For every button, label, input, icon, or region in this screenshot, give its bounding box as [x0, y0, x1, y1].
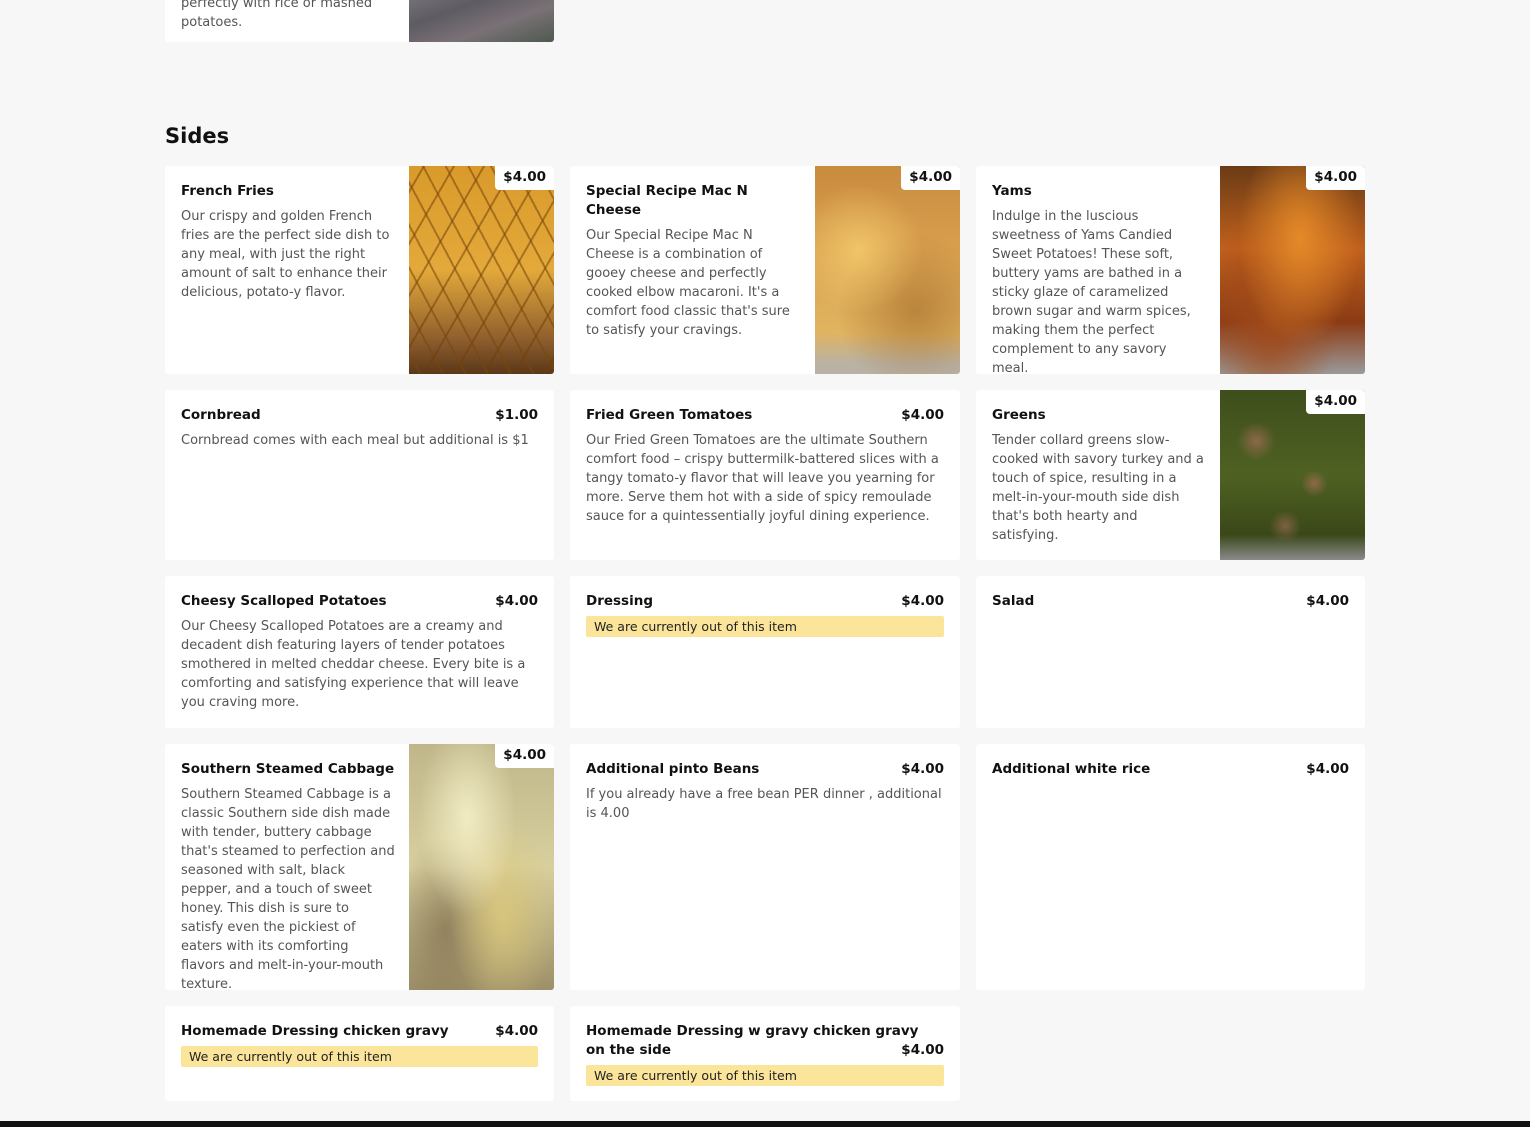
item-name: Greens — [992, 407, 1046, 423]
item-image-gravy-dish — [409, 0, 554, 42]
item-price: $4.00 — [1306, 390, 1365, 414]
menu-item-dressing[interactable]: Dressing $4.00 We are currently out of t… — [570, 576, 960, 728]
menu-item-additional-white-rice[interactable]: Additional white rice $4.00 — [976, 744, 1365, 990]
item-image-greens — [1220, 390, 1365, 560]
item-description: perfectly with rice or mashed potatoes. — [181, 0, 373, 30]
item-image-cabbage — [409, 744, 554, 990]
out-of-stock-notice: We are currently out of this item — [586, 616, 944, 637]
out-of-stock-notice: We are currently out of this item — [181, 1046, 538, 1067]
menu-item-homemade-dressing-gravy-on-side[interactable]: Homemade Dressing w gravy chicken gravy … — [570, 1006, 960, 1101]
menu-item-french-fries[interactable]: French Fries Our crispy and golden Frenc… — [165, 166, 554, 374]
menu-item-yams[interactable]: Yams Indulge in the luscious sweetness o… — [976, 166, 1365, 374]
item-price: $4.00 — [901, 407, 944, 423]
menu-item-mac-n-cheese[interactable]: Special Recipe Mac N Cheese Our Special … — [570, 166, 960, 374]
item-description: Our Cheesy Scalloped Potatoes are a crea… — [181, 619, 526, 710]
menu-item-cheesy-scalloped-potatoes[interactable]: Cheesy Scalloped Potatoes Our Cheesy Sca… — [165, 576, 554, 728]
menu-item-homemade-dressing-gravy-on[interactable]: Homemade Dressing chicken gravy on $4.00… — [165, 1006, 554, 1101]
footer-bar — [0, 1121, 1530, 1127]
menu-item-fried-green-tomatoes[interactable]: Fried Green Tomatoes Our Fried Green Tom… — [570, 390, 960, 560]
menu-item-card-previous[interactable]: perfectly with rice or mashed potatoes. — [165, 0, 554, 42]
item-price: $4.00 — [495, 1023, 538, 1039]
menu-item-salad[interactable]: Salad $4.00 — [976, 576, 1365, 728]
item-price: $4.00 — [901, 593, 944, 609]
item-price: $4.00 — [901, 761, 944, 777]
item-price: $4.00 — [1306, 761, 1349, 777]
item-name: Salad — [992, 593, 1035, 609]
item-price: $4.00 — [1306, 166, 1365, 190]
menu-item-cornbread[interactable]: Cornbread Cornbread comes with each meal… — [165, 390, 554, 560]
item-name: Special Recipe Mac N Cheese — [586, 183, 748, 218]
item-price: $1.00 — [495, 407, 538, 423]
item-price: $4.00 — [1306, 593, 1349, 609]
item-description: Indulge in the luscious sweetness of Yam… — [992, 209, 1191, 374]
section-title: Sides — [165, 124, 230, 148]
item-name: Cornbread — [181, 407, 261, 423]
menu-item-southern-steamed-cabbage[interactable]: Southern Steamed Cabbage Southern Steame… — [165, 744, 554, 990]
item-price: $4.00 — [901, 1042, 944, 1058]
item-name: Additional pinto Beans — [586, 761, 760, 777]
item-name: Additional white rice — [992, 761, 1151, 777]
item-description: Cornbread comes with each meal but addit… — [181, 433, 529, 448]
item-price: $4.00 — [901, 166, 960, 190]
item-description: Our Fried Green Tomatoes are the ultimat… — [586, 433, 939, 524]
item-name: French Fries — [181, 183, 274, 199]
item-name: Dressing — [586, 593, 653, 609]
item-description: Southern Steamed Cabbage is a classic So… — [181, 787, 395, 990]
item-name: Cheesy Scalloped Potatoes — [181, 593, 387, 609]
item-description: Our crispy and golden French fries are t… — [181, 209, 390, 300]
item-image-yams — [1220, 166, 1365, 374]
menu-item-greens[interactable]: Greens Tender collard greens slow-cooked… — [976, 390, 1365, 560]
item-name: Fried Green Tomatoes — [586, 407, 753, 423]
menu-item-additional-pinto-beans[interactable]: Additional pinto Beans If you already ha… — [570, 744, 960, 990]
item-name: Yams — [992, 183, 1032, 199]
item-price: $4.00 — [495, 593, 538, 609]
item-description: Our Special Recipe Mac N Cheese is a com… — [586, 228, 790, 338]
item-description: Tender collard greens slow-cooked with s… — [992, 433, 1204, 543]
item-price: $4.00 — [495, 744, 554, 768]
item-image-french-fries — [409, 166, 554, 374]
item-image-mac-n-cheese — [815, 166, 960, 374]
item-price: $4.00 — [495, 166, 554, 190]
item-name: Homemade Dressing w gravy chicken gravy … — [586, 1023, 919, 1058]
out-of-stock-notice: We are currently out of this item — [586, 1065, 944, 1086]
item-description: If you already have a free bean PER dinn… — [586, 787, 942, 821]
item-name: Southern Steamed Cabbage — [181, 761, 395, 777]
